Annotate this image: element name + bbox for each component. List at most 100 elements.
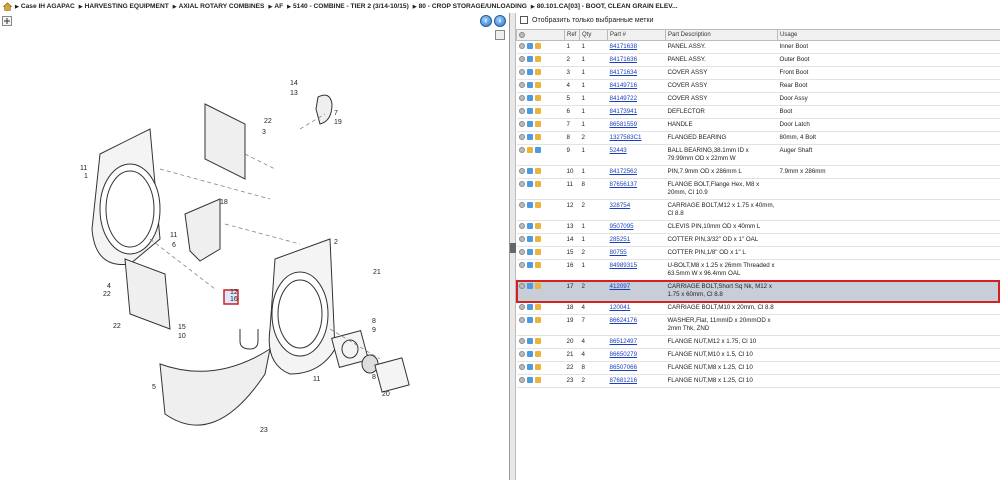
table-row[interactable]: 16 1 84989315 U-BOLT,M8 x 1.25 x 26mm Threa… (516, 259, 1000, 281)
qty-header[interactable]: Qty (579, 29, 608, 41)
table-row[interactable]: 12 2 328754 CARRIAGE BOLT,M12 x 1.75 x 40mm… (516, 199, 1000, 221)
box-icon[interactable] (534, 283, 541, 290)
part-number-link[interactable]: 412097 (610, 283, 631, 290)
info-icon[interactable] (526, 121, 533, 128)
table-row[interactable]: 7 1 86581559 HANDLE Door Latch (516, 118, 1000, 132)
box-icon[interactable] (534, 56, 541, 63)
breadcrumb-item[interactable]: 80.101.CA[03] - BOOT, CLEAN GRAIN ELEV..… (531, 3, 678, 10)
box-icon[interactable] (534, 168, 541, 175)
table-row[interactable]: 10 1 84172562 PIN,7.9mm OD x 286mm L 7.9mm x… (516, 165, 1000, 179)
add-to-cart-icon[interactable] (518, 43, 525, 50)
add-to-cart-icon[interactable] (518, 95, 525, 102)
table-row[interactable]: 17 2 412097 CARRIAGE BOLT,Short Sq Nk, M12 … (516, 280, 1000, 302)
box-icon[interactable] (534, 108, 541, 115)
box-icon[interactable] (534, 181, 541, 188)
add-to-cart-icon[interactable] (518, 181, 525, 188)
add-to-cart-icon[interactable] (518, 121, 525, 128)
box-icon[interactable] (534, 304, 541, 311)
part-number-link[interactable]: 84149716 (610, 82, 638, 89)
settings-icon[interactable] (519, 31, 525, 38)
table-row[interactable]: 21 4 86650279 FLANGE NUT,M10 x 1.5, Cl 10 (516, 348, 1000, 362)
info-icon[interactable] (526, 69, 533, 76)
table-row[interactable]: 13 1 9507095 CLEVIS PIN,10mm OD x 40mm L (516, 220, 1000, 234)
info-icon[interactable] (526, 304, 533, 311)
box-icon[interactable] (534, 121, 541, 128)
info-icon[interactable] (526, 317, 533, 324)
table-row[interactable]: 20 4 86512497 FLANGE NUT,M12 x 1.75, Cl 10 (516, 335, 1000, 349)
zoom-in-button[interactable] (2, 16, 12, 26)
info-icon[interactable] (526, 108, 533, 115)
box-icon[interactable] (534, 317, 541, 324)
exploded-parts-diagram[interactable]: 14 13 7 19 22 3 11 1 18 11 6 2 4 22 12 1… (0, 29, 510, 480)
add-to-cart-icon[interactable] (518, 317, 525, 324)
info-icon[interactable] (526, 223, 533, 230)
part-number-link[interactable]: 84171636 (610, 56, 638, 63)
part-number-link[interactable]: 86581559 (610, 121, 638, 128)
table-row[interactable]: 4 1 84149716 COVER ASSY Rear Boot (516, 79, 1000, 93)
info-icon[interactable] (526, 134, 533, 141)
add-to-cart-icon[interactable] (518, 249, 525, 256)
part-number-link[interactable]: 84989315 (610, 262, 638, 269)
part-number-link[interactable]: 84149722 (610, 95, 638, 102)
description-header[interactable]: Part Description (665, 29, 778, 41)
add-to-cart-icon[interactable] (518, 147, 525, 154)
box-icon[interactable] (534, 364, 541, 371)
breadcrumb-item[interactable]: AF (268, 3, 283, 10)
part-number-link[interactable]: 328754 (610, 202, 631, 209)
add-to-cart-icon[interactable] (518, 82, 525, 89)
part-number-link[interactable]: 86512497 (610, 338, 638, 345)
part-number-link[interactable]: 52443 (610, 147, 627, 154)
settings-header[interactable] (516, 29, 565, 41)
part-number-link[interactable]: 87656137 (610, 181, 638, 188)
info-icon[interactable] (526, 283, 533, 290)
info-icon[interactable] (526, 56, 533, 63)
box-icon[interactable] (534, 134, 541, 141)
add-to-cart-icon[interactable] (518, 168, 525, 175)
info-icon[interactable] (526, 262, 533, 269)
box-icon[interactable] (534, 249, 541, 256)
add-to-cart-icon[interactable] (518, 223, 525, 230)
info-icon[interactable] (534, 147, 541, 154)
info-icon[interactable] (526, 377, 533, 384)
home-icon[interactable] (2, 2, 13, 11)
table-row[interactable]: 8 2 1327583C1 FLANGED BEARING 80mm, 4 Bolt (516, 131, 1000, 145)
table-row[interactable]: 18 4 120041 CARRIAGE BOLT,M10 x 20mm, Cl 8.… (516, 301, 1000, 315)
usage-header[interactable]: Usage (777, 29, 1000, 41)
add-to-cart-icon[interactable] (518, 351, 525, 358)
box-icon[interactable] (534, 82, 541, 89)
ref-header[interactable]: Ref (564, 29, 580, 41)
info-icon[interactable] (526, 82, 533, 89)
add-to-cart-icon[interactable] (518, 262, 525, 269)
table-row[interactable]: 6 1 84173941 DEFLECTOR Boot (516, 105, 1000, 119)
add-to-cart-icon[interactable] (518, 283, 525, 290)
table-row[interactable]: 15 2 80755 COTTER PIN,1/8" OD x 1" L (516, 246, 1000, 260)
table-row[interactable]: 2 1 84171636 PANEL ASSY. Outer Boot (516, 53, 1000, 67)
box-icon[interactable] (526, 147, 533, 154)
breadcrumb-item[interactable]: AXIAL ROTARY COMBINES (173, 3, 265, 10)
box-icon[interactable] (534, 223, 541, 230)
table-row[interactable]: 5 1 84149722 COVER ASSY Door Assy (516, 92, 1000, 106)
table-row[interactable]: 9 1 52443 BALL BEARING,38.1mm ID x 79.99mm … (516, 144, 1000, 166)
add-to-cart-icon[interactable] (518, 338, 525, 345)
info-icon[interactable] (526, 364, 533, 371)
part-number-link[interactable]: 86507066 (610, 364, 638, 371)
info-icon[interactable] (526, 249, 533, 256)
table-row[interactable]: 1 1 84171638 PANEL ASSY. Inner Boot (516, 40, 1000, 54)
box-icon[interactable] (534, 351, 541, 358)
add-to-cart-icon[interactable] (518, 108, 525, 115)
part-number-link[interactable]: 285251 (610, 236, 631, 243)
table-row[interactable]: 14 1 285251 COTTER PIN,3/32" OD x 1" OAL (516, 233, 1000, 247)
part-number-header[interactable]: Part # (607, 29, 666, 41)
previous-diagram-button[interactable]: ‹ (480, 15, 492, 27)
add-to-cart-icon[interactable] (518, 134, 525, 141)
breadcrumb-item[interactable]: 80 - CROP STORAGE/UNLOADING (413, 3, 527, 10)
part-number-link[interactable]: 1327583C1 (610, 134, 642, 141)
breadcrumb-item[interactable]: 5140 - COMBINE - TIER 2 (3/14-10/15) (287, 3, 409, 10)
box-icon[interactable] (534, 377, 541, 384)
next-diagram-button[interactable]: › (494, 15, 506, 27)
info-icon[interactable] (526, 202, 533, 209)
add-to-cart-icon[interactable] (518, 364, 525, 371)
table-row[interactable]: 3 1 84171634 COVER ASSY Front Boot (516, 66, 1000, 80)
box-icon[interactable] (534, 202, 541, 209)
add-to-cart-icon[interactable] (518, 69, 525, 76)
